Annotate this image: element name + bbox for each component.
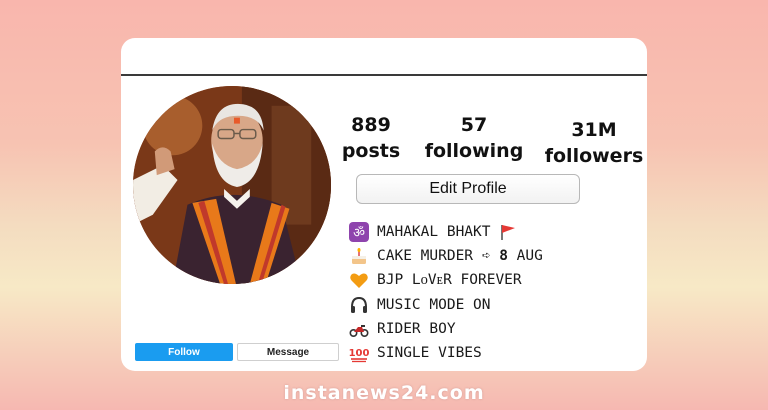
bio-text: CAKE MURDER ➪ 8 AUG — [377, 248, 543, 264]
bio-text: MUSIC MODE ON — [377, 296, 491, 313]
follow-button[interactable]: Follow — [135, 343, 233, 361]
watermark: instanews24.com — [283, 382, 485, 404]
bio-text-part: CAKE MURDER ➪ — [377, 248, 500, 265]
svg-text:ॐ: ॐ — [353, 226, 365, 241]
bio-text: MAHAKAL BHAKT — [377, 224, 491, 241]
posts-stat[interactable]: 889 posts — [326, 112, 416, 164]
bio: ॐ MAHAKAL BHAKT CAKE MURDER ➪ 8 AUG BJP … — [349, 220, 639, 365]
bio-text-part: AUG — [507, 248, 543, 265]
red-flag-icon — [499, 223, 517, 241]
om-icon: ॐ — [349, 222, 369, 243]
bio-text: SINGLE VIBES — [377, 345, 482, 362]
bio-text-bold: 8 — [499, 248, 508, 265]
bio-line: MUSIC MODE ON — [349, 293, 639, 317]
svg-text:100: 100 — [349, 348, 369, 359]
bio-text: RIDER BOY — [377, 320, 456, 337]
avatar[interactable] — [133, 86, 331, 284]
avatar-portrait — [133, 86, 331, 284]
orange-heart-icon — [349, 270, 369, 290]
bio-line: RIDER BOY — [349, 317, 639, 341]
following-stat[interactable]: 57 following — [421, 112, 527, 164]
profile-card: 889 posts 57 following 31M followers Edi… — [121, 38, 647, 371]
followers-label: followers — [544, 145, 644, 167]
followers-stat[interactable]: 31M followers — [541, 117, 647, 169]
following-label: following — [424, 140, 524, 162]
message-button[interactable]: Message — [237, 343, 339, 361]
bio-line: BJP LᴏVᴇR FOREVER — [349, 268, 639, 292]
bio-line: CAKE MURDER ➪ 8 AUG — [349, 244, 639, 268]
bio-line: ॐ MAHAKAL BHAKT — [349, 220, 639, 244]
posts-count: 889 — [351, 114, 391, 136]
header-divider — [121, 74, 647, 76]
posts-label: posts — [341, 140, 401, 162]
bio-text: BJP LᴏVᴇR FOREVER — [377, 271, 522, 288]
bio-line: 100 SINGLE VIBES — [349, 341, 639, 365]
followers-count: 31M — [571, 119, 617, 141]
motorcycle-icon — [349, 319, 369, 339]
following-count: 57 — [460, 114, 488, 136]
birthday-cake-icon — [349, 246, 369, 266]
hundred-points-icon: 100 — [349, 343, 369, 363]
edit-profile-button[interactable]: Edit Profile — [356, 174, 580, 204]
headphones-icon — [349, 295, 369, 315]
